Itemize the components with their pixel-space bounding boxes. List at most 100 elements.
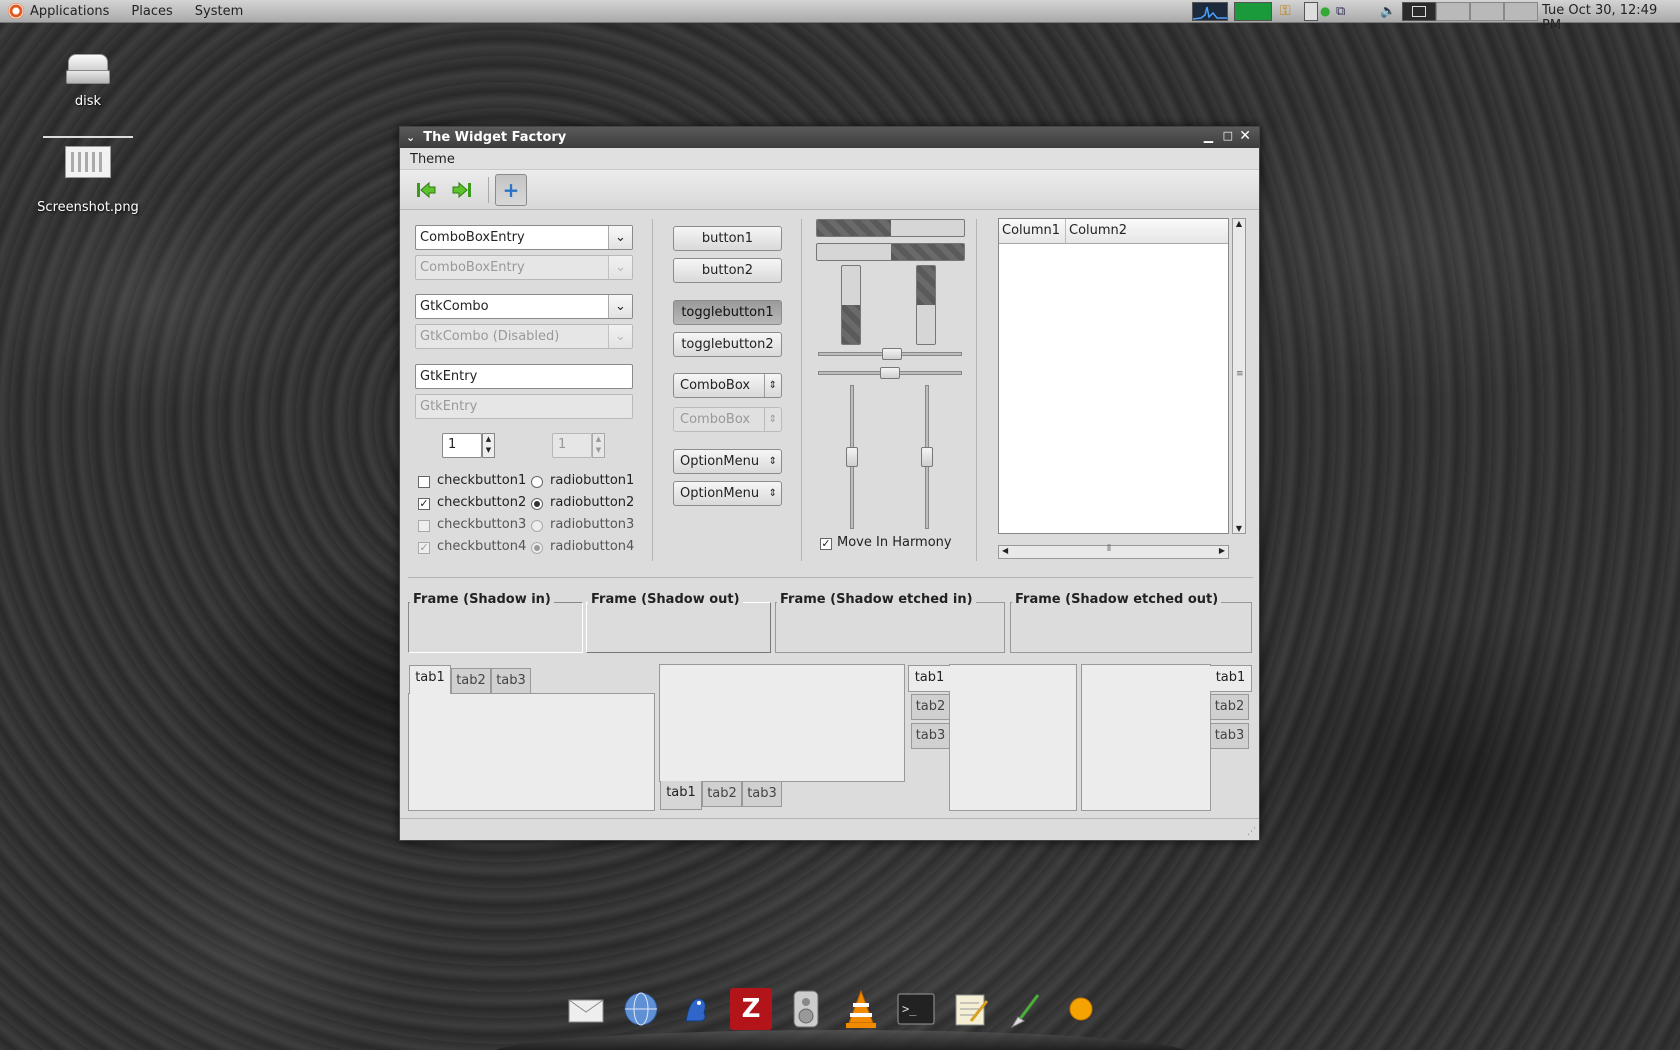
system-monitor-cpu-graph[interactable] bbox=[1192, 2, 1228, 21]
desktop-icon-screenshot[interactable]: Screenshot.png bbox=[28, 136, 148, 215]
vlc-icon[interactable] bbox=[840, 988, 882, 1030]
go-last-button[interactable] bbox=[446, 174, 478, 206]
notebook-left-tab1[interactable]: tab1 bbox=[908, 665, 950, 692]
close-icon[interactable]: ✕ bbox=[1239, 128, 1251, 144]
tree-view[interactable]: Column1 Column2 bbox=[998, 218, 1229, 534]
togglebutton2[interactable]: togglebutton2 bbox=[673, 332, 782, 357]
scroll-grip-icon: ⦀ bbox=[1107, 544, 1111, 554]
optionmenu-1[interactable]: OptionMenu ⇕ bbox=[673, 449, 782, 474]
menu-theme[interactable]: Theme bbox=[410, 152, 455, 167]
gtkentry[interactable]: GtkEntry bbox=[415, 364, 633, 389]
notebook-top-tab3[interactable]: tab3 bbox=[491, 668, 531, 694]
notebook-top-page bbox=[408, 693, 655, 811]
optionmenu-1-text: OptionMenu bbox=[680, 454, 760, 469]
workspace-2[interactable] bbox=[1436, 2, 1470, 21]
togglebutton1[interactable]: togglebutton1 bbox=[673, 300, 782, 325]
minimize-icon[interactable]: ▁ bbox=[1204, 129, 1213, 143]
frame-shadow-out-label: Frame (Shadow out) bbox=[588, 592, 743, 607]
checkbutton1-label[interactable]: checkbutton1 bbox=[437, 473, 526, 488]
spinbutton-disabled-value: 1 bbox=[558, 437, 567, 452]
combobox[interactable]: ComboBox ⇕ bbox=[673, 373, 782, 398]
ssh-key-icon[interactable]: ⚿ bbox=[1280, 2, 1302, 21]
notebook-left-tab2[interactable]: tab2 bbox=[911, 694, 950, 720]
add-button[interactable]: + bbox=[495, 173, 527, 206]
comboboxentry[interactable]: ComboBoxEntry ⌄ bbox=[415, 225, 633, 250]
chevron-down-icon: ⌄ bbox=[608, 256, 632, 279]
hscale-1-thumb[interactable] bbox=[882, 348, 902, 360]
vscale-2-thumb[interactable] bbox=[921, 447, 933, 467]
maximize-icon[interactable]: □ bbox=[1223, 129, 1233, 142]
scroll-left-icon[interactable]: ◀ bbox=[1002, 546, 1008, 555]
desktop-icon-disk[interactable]: disk bbox=[28, 50, 148, 109]
vertical-scrollbar[interactable]: ▲ ≡ ▼ bbox=[1232, 218, 1246, 534]
move-in-harmony-checkbox[interactable]: ✓ bbox=[820, 538, 832, 550]
workspace-1[interactable] bbox=[1402, 2, 1436, 21]
system-monitor-memory-graph[interactable] bbox=[1234, 2, 1272, 21]
checkbutton2-label[interactable]: checkbutton2 bbox=[437, 495, 526, 510]
spinbutton[interactable]: 1 bbox=[442, 433, 482, 458]
horizontal-scrollbar[interactable]: ◀ ⦀ ▶ bbox=[998, 544, 1229, 559]
hscale-2-thumb[interactable] bbox=[880, 367, 900, 379]
column-header-1[interactable]: Column1 bbox=[999, 219, 1066, 243]
frog-icon[interactable] bbox=[675, 988, 717, 1030]
brush-icon[interactable] bbox=[1005, 988, 1047, 1030]
notebook-right-tab3[interactable]: tab3 bbox=[1210, 723, 1249, 749]
optionmenu-2[interactable]: OptionMenu ⇕ bbox=[673, 481, 782, 506]
combobox-text: ComboBox bbox=[680, 378, 751, 393]
notebook-top-tab2[interactable]: tab2 bbox=[451, 668, 491, 694]
notebook-left-tab3[interactable]: tab3 bbox=[911, 723, 950, 749]
desktop-icon-label: Screenshot.png bbox=[37, 200, 139, 215]
volume-icon[interactable]: 🔈 bbox=[1380, 2, 1396, 21]
scroll-right-icon[interactable]: ▶ bbox=[1219, 546, 1225, 555]
gtkcombo[interactable]: GtkCombo ⌄ bbox=[415, 294, 633, 319]
resize-grip-icon[interactable]: ⋰ bbox=[1247, 827, 1256, 837]
radiobutton1-label[interactable]: radiobutton1 bbox=[550, 473, 634, 488]
vscale-1-thumb[interactable] bbox=[846, 447, 858, 467]
clock[interactable]: Tue Oct 30, 12:49 PM bbox=[1542, 3, 1680, 33]
network-icon[interactable]: ⧉ bbox=[1336, 2, 1356, 21]
spinbutton-arrows[interactable]: ▲ ▼ bbox=[482, 433, 495, 458]
window-titlebar[interactable]: ⌄ The Widget Factory ▁ □ ✕ bbox=[400, 127, 1259, 148]
button1[interactable]: button1 bbox=[673, 226, 782, 251]
text-editor-icon[interactable] bbox=[950, 988, 992, 1030]
gtkentry-text: GtkEntry bbox=[420, 369, 478, 384]
svg-text:>_: >_ bbox=[902, 1002, 917, 1016]
speaker-icon[interactable] bbox=[785, 988, 827, 1030]
checkbox-1[interactable] bbox=[418, 476, 430, 488]
notebook-bottom-tab1[interactable]: tab1 bbox=[660, 781, 702, 810]
terminal-icon[interactable]: >_ bbox=[895, 988, 937, 1030]
chevron-down-icon[interactable]: ⌄ bbox=[608, 226, 632, 249]
chevron-down-icon[interactable]: ⌄ bbox=[608, 295, 632, 318]
weather-icon[interactable] bbox=[1060, 988, 1102, 1030]
scroll-down-icon[interactable]: ▼ bbox=[1233, 524, 1245, 533]
move-in-harmony-label[interactable]: Move In Harmony bbox=[837, 535, 952, 550]
notebook-right-tab2[interactable]: tab2 bbox=[1210, 694, 1249, 720]
notebook-bottom-tab3[interactable]: tab3 bbox=[742, 781, 782, 807]
ubuntu-logo-icon[interactable] bbox=[8, 3, 24, 19]
applications-menu[interactable]: Applications bbox=[30, 4, 109, 19]
notebook-bottom-tab2[interactable]: tab2 bbox=[702, 781, 742, 807]
filezilla-icon[interactable]: Z bbox=[730, 988, 772, 1030]
column-header-2[interactable]: Column2 bbox=[1066, 219, 1130, 243]
checkbox-2[interactable]: ✓ bbox=[418, 498, 430, 510]
window-menu-chevron-icon[interactable]: ⌄ bbox=[406, 131, 415, 144]
places-menu[interactable]: Places bbox=[131, 4, 172, 19]
gtkcombo-disabled: GtkCombo (Disabled) ⌄ bbox=[415, 324, 633, 349]
radio-2[interactable] bbox=[531, 498, 543, 510]
radio-1[interactable] bbox=[531, 476, 543, 488]
globe-icon[interactable] bbox=[620, 988, 662, 1030]
go-first-button[interactable] bbox=[410, 174, 442, 206]
button2[interactable]: button2 bbox=[673, 258, 782, 283]
workspace-4[interactable] bbox=[1504, 2, 1538, 21]
clipboard-icon[interactable] bbox=[1304, 2, 1318, 21]
mail-icon[interactable] bbox=[565, 988, 607, 1030]
update-notifier-icon[interactable]: ● bbox=[1320, 2, 1334, 21]
workspace-3[interactable] bbox=[1470, 2, 1504, 21]
radiobutton2-label[interactable]: radiobutton2 bbox=[550, 495, 634, 510]
notebook-right-tab1[interactable]: tab1 bbox=[1210, 665, 1252, 692]
scroll-up-icon[interactable]: ▲ bbox=[1233, 219, 1245, 228]
notebook-top-tab1[interactable]: tab1 bbox=[409, 665, 451, 694]
checkbutton3-label: checkbutton3 bbox=[437, 517, 527, 532]
desktop-icon-label: disk bbox=[74, 94, 102, 109]
system-menu[interactable]: System bbox=[195, 4, 243, 19]
